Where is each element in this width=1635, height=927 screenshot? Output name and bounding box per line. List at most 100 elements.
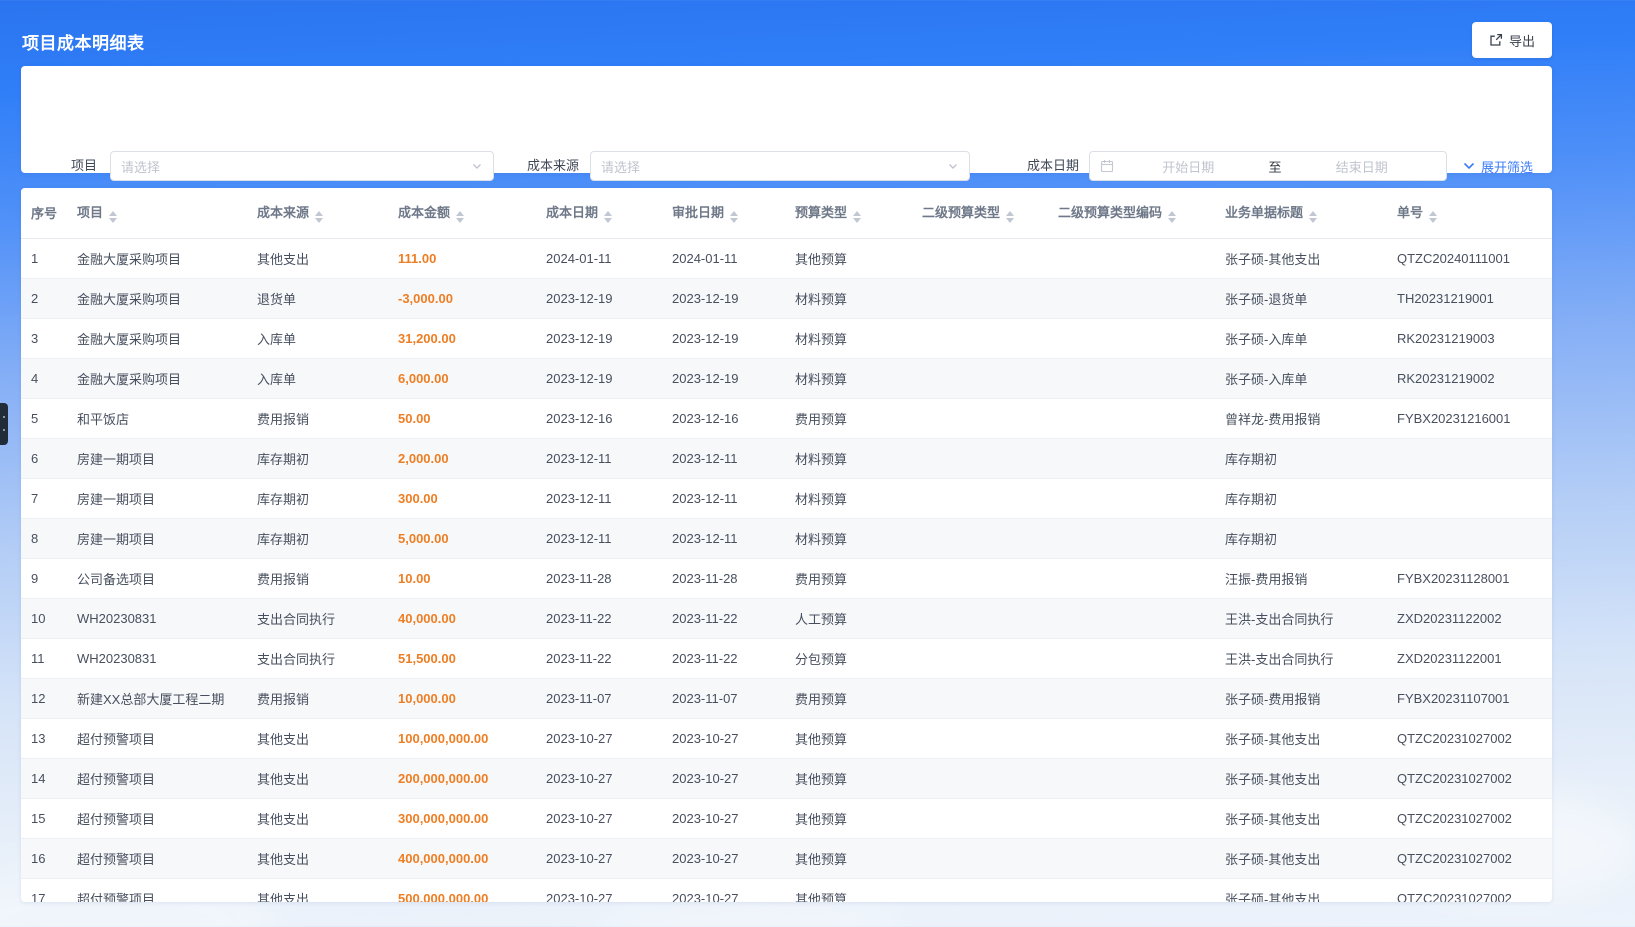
column-label: 序号 — [31, 206, 57, 221]
chevron-down-icon — [947, 160, 959, 172]
cell-index: 2 — [21, 278, 67, 318]
cell-amount: 6,000.00 — [388, 358, 536, 398]
cell-amount: -3,000.00 — [388, 278, 536, 318]
cell-doc-no — [1387, 438, 1552, 478]
column-header-project[interactable]: 项目 — [67, 188, 247, 238]
column-header-budget-code2[interactable]: 二级预算类型编码 — [1048, 188, 1215, 238]
column-header-amount[interactable]: 成本金额 — [388, 188, 536, 238]
cell-cost-date: 2023-10-27 — [536, 718, 662, 758]
cell-budget-type: 材料预算 — [785, 478, 912, 518]
cell-budget-type2 — [912, 358, 1048, 398]
cell-project: 房建一期项目 — [67, 438, 247, 478]
cell-doc-no: TH20231219001 — [1387, 278, 1552, 318]
table-row: 16超付预警项目其他支出400,000,000.002023-10-272023… — [21, 838, 1552, 878]
left-drawer-handle[interactable] — [0, 403, 8, 445]
cell-budget-type2 — [912, 318, 1048, 358]
cell-doc-title: 王洪-支出合同执行 — [1215, 598, 1387, 638]
cell-budget-type: 材料预算 — [785, 278, 912, 318]
start-date-input[interactable]: 开始日期 — [1114, 157, 1263, 176]
cell-source: 支出合同执行 — [247, 598, 388, 638]
column-header-approve-date[interactable]: 审批日期 — [662, 188, 785, 238]
cell-approve-date: 2023-10-27 — [662, 878, 785, 902]
cell-amount: 100,000,000.00 — [388, 718, 536, 758]
cell-cost-date: 2023-12-11 — [536, 478, 662, 518]
column-header-budget-type[interactable]: 预算类型 — [785, 188, 912, 238]
cell-index: 3 — [21, 318, 67, 358]
column-header-cost-date[interactable]: 成本日期 — [536, 188, 662, 238]
sort-caret-icon[interactable] — [1006, 211, 1014, 223]
cell-cost-date: 2023-11-28 — [536, 558, 662, 598]
cell-source: 支出合同执行 — [247, 638, 388, 678]
cost-source-select[interactable]: 请选择 — [590, 151, 970, 181]
cell-amount: 200,000,000.00 — [388, 758, 536, 798]
column-header-doc-no[interactable]: 单号 — [1387, 188, 1552, 238]
cell-budget-code2 — [1048, 758, 1215, 798]
cell-amount: 2,000.00 — [388, 438, 536, 478]
sort-caret-icon[interactable] — [109, 211, 117, 223]
cell-amount: 31,200.00 — [388, 318, 536, 358]
table-row: 9公司备选项目费用报销10.002023-11-282023-11-28费用预算… — [21, 558, 1552, 598]
calendar-icon — [1100, 159, 1114, 173]
sort-caret-icon[interactable] — [315, 211, 323, 223]
column-header-source[interactable]: 成本来源 — [247, 188, 388, 238]
column-label: 成本金额 — [398, 205, 450, 220]
cell-source: 退货单 — [247, 278, 388, 318]
cell-cost-date: 2023-11-07 — [536, 678, 662, 718]
cost-date-range-picker[interactable]: 开始日期 至 结束日期 — [1089, 151, 1447, 181]
table-body: 1金融大厦采购项目其他支出111.002024-01-112024-01-11其… — [21, 238, 1552, 902]
sort-caret-icon[interactable] — [730, 211, 738, 223]
column-header-budget-type2[interactable]: 二级预算类型 — [912, 188, 1048, 238]
cell-budget-type: 费用预算 — [785, 558, 912, 598]
table-row: 15超付预警项目其他支出300,000,000.002023-10-272023… — [21, 798, 1552, 838]
cell-budget-code2 — [1048, 718, 1215, 758]
cell-amount: 500,000,000.00 — [388, 878, 536, 902]
project-select[interactable]: 请选择 — [110, 151, 494, 181]
cell-cost-date: 2024-01-11 — [536, 238, 662, 278]
cell-doc-no: ZXD20231122002 — [1387, 598, 1552, 638]
cell-doc-title: 库存期初 — [1215, 478, 1387, 518]
cell-project: 金融大厦采购项目 — [67, 278, 247, 318]
cell-source: 其他支出 — [247, 878, 388, 902]
cell-doc-no — [1387, 518, 1552, 558]
sort-caret-icon[interactable] — [604, 211, 612, 223]
sort-caret-icon[interactable] — [1168, 211, 1176, 223]
cell-approve-date: 2024-01-11 — [662, 238, 785, 278]
sort-caret-icon[interactable] — [1309, 211, 1317, 223]
table-row: 8房建一期项目库存期初5,000.002023-12-112023-12-11材… — [21, 518, 1552, 558]
cell-budget-code2 — [1048, 678, 1215, 718]
cell-approve-date: 2023-10-27 — [662, 758, 785, 798]
column-header-doc-title[interactable]: 业务单据标题 — [1215, 188, 1387, 238]
cell-budget-code2 — [1048, 358, 1215, 398]
export-button[interactable]: 导出 — [1472, 22, 1552, 58]
cost-date-filter-label: 成本日期 — [1003, 151, 1079, 181]
cell-cost-date: 2023-12-19 — [536, 278, 662, 318]
cell-cost-date: 2023-12-16 — [536, 398, 662, 438]
cell-amount: 111.00 — [388, 238, 536, 278]
cell-budget-code2 — [1048, 318, 1215, 358]
cell-source: 其他支出 — [247, 838, 388, 878]
cell-source: 其他支出 — [247, 718, 388, 758]
cell-budget-code2 — [1048, 398, 1215, 438]
sort-caret-icon[interactable] — [1429, 211, 1437, 223]
cell-cost-date: 2023-11-22 — [536, 598, 662, 638]
cell-budget-type: 其他预算 — [785, 758, 912, 798]
cell-amount: 10,000.00 — [388, 678, 536, 718]
cell-project: 和平饭店 — [67, 398, 247, 438]
cell-doc-no: RK20231219002 — [1387, 358, 1552, 398]
cell-source: 其他支出 — [247, 758, 388, 798]
cell-doc-title: 张子硕-其他支出 — [1215, 838, 1387, 878]
cell-source: 库存期初 — [247, 438, 388, 478]
cell-source: 其他支出 — [247, 798, 388, 838]
column-label: 二级预算类型编码 — [1058, 205, 1162, 220]
cell-approve-date: 2023-12-16 — [662, 398, 785, 438]
sort-caret-icon[interactable] — [853, 211, 861, 223]
expand-filters-link[interactable]: 展开筛选 — [1462, 151, 1533, 181]
end-date-input[interactable]: 结束日期 — [1288, 157, 1437, 176]
project-select-placeholder: 请选择 — [121, 157, 471, 176]
cell-budget-code2 — [1048, 278, 1215, 318]
cell-doc-no: FYBX20231216001 — [1387, 398, 1552, 438]
cell-doc-title: 张子硕-退货单 — [1215, 278, 1387, 318]
cell-cost-date: 2023-10-27 — [536, 798, 662, 838]
sort-caret-icon[interactable] — [456, 211, 464, 223]
cell-source: 费用报销 — [247, 558, 388, 598]
